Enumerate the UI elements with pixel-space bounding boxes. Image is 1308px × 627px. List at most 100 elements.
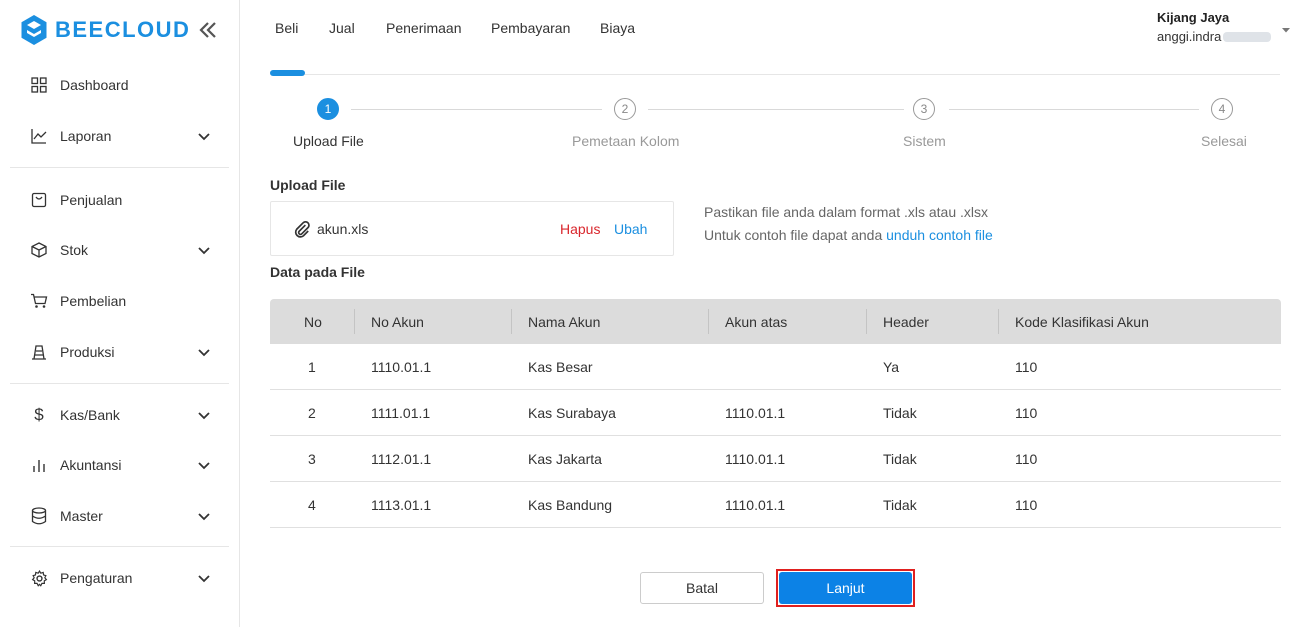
- step-connector: [648, 109, 904, 110]
- cell-parent-account: 1110.01.1: [725, 451, 786, 467]
- sidebar-item-label: Akuntansi: [60, 457, 122, 473]
- cell-account-name: Kas Besar: [528, 359, 593, 375]
- factory-icon: [30, 343, 48, 361]
- sidebar-item-label: Stok: [60, 242, 89, 258]
- step-4: 4: [1211, 98, 1233, 120]
- table-header: No No Akun Nama Akun Akun atas Header Ko…: [270, 299, 1281, 344]
- chart-line-icon: [30, 127, 48, 145]
- database-icon: [30, 507, 48, 525]
- menu-divider: [10, 167, 229, 168]
- sidebar-item-label: Laporan: [60, 128, 112, 144]
- column-header: Akun atas: [725, 314, 788, 330]
- dashboard-grid-icon: [30, 76, 48, 94]
- cell-header: Tidak: [883, 497, 917, 513]
- company-name: Kijang Jaya: [1157, 10, 1230, 25]
- column-separator: [998, 309, 999, 334]
- nav-jual[interactable]: Jual: [329, 20, 355, 36]
- sidebar-item-pembelian[interactable]: Pembelian: [0, 281, 239, 321]
- uploaded-file-box: akun.xls Hapus Ubah: [270, 201, 674, 256]
- top-navigation: Beli Jual Penerimaan Pembayaran Biaya Ki…: [240, 0, 1308, 58]
- sidebar-item-label: Pembelian: [60, 293, 127, 309]
- nav-biaya[interactable]: Biaya: [600, 20, 635, 36]
- chevron-down-icon: [198, 349, 210, 357]
- column-header: Header: [883, 314, 929, 330]
- user-email: anggi.indra: [1157, 29, 1222, 44]
- cell-account-no: 1112.01.1: [371, 451, 432, 467]
- download-sample-link[interactable]: unduh contoh file: [886, 227, 993, 243]
- column-separator: [354, 309, 355, 334]
- step-1: 1: [317, 98, 339, 120]
- sidebar-item-laporan[interactable]: Laporan: [0, 116, 239, 156]
- bee-hexagon-logo-icon: [21, 15, 47, 45]
- column-header: No: [304, 314, 322, 330]
- next-button[interactable]: Lanjut: [779, 572, 912, 604]
- cell-account-no: 1113.01.1: [371, 497, 432, 513]
- remove-file-link[interactable]: Hapus: [560, 221, 600, 237]
- column-header: Kode Klasifikasi Akun: [1015, 314, 1149, 330]
- paperclip-icon: [294, 220, 310, 238]
- cell-account-name: Kas Surabaya: [528, 405, 616, 421]
- sidebar-item-penjualan[interactable]: Penjualan: [0, 180, 239, 220]
- sidebar-item-pengaturan[interactable]: Pengaturan: [0, 558, 239, 598]
- caret-down-icon[interactable]: [1280, 24, 1292, 36]
- sidebar-item-master[interactable]: Master: [0, 496, 239, 536]
- step-2: 2: [614, 98, 636, 120]
- nav-penerimaan[interactable]: Penerimaan: [386, 20, 462, 36]
- brand-logo[interactable]: BEECLOUD: [20, 14, 190, 46]
- sidebar: BEECLOUD Dashboard Laporan Penjualan Sto…: [0, 0, 240, 627]
- upload-section-title: Upload File: [270, 177, 346, 193]
- step-label-system: Sistem: [903, 133, 946, 149]
- collapse-sidebar-icon[interactable]: [196, 18, 220, 42]
- step-connector: [949, 109, 1199, 110]
- cell-classification: 110: [1015, 359, 1038, 375]
- dollar-icon: $: [34, 405, 44, 424]
- active-tab-indicator: [270, 70, 305, 76]
- cell-account-name: Kas Bandung: [528, 497, 613, 513]
- sidebar-item-label: Penjualan: [60, 192, 123, 208]
- main-content: 1 2 3 4 Upload File Pemetaan Kolom Siste…: [240, 58, 1308, 627]
- data-table: No No Akun Nama Akun Akun atas Header Ko…: [270, 299, 1281, 528]
- sidebar-item-stok[interactable]: Stok: [0, 230, 239, 270]
- user-menu[interactable]: Kijang Jaya anggi.indra: [1157, 10, 1297, 44]
- sidebar-item-label: Dashboard: [60, 77, 129, 93]
- chevron-down-icon: [198, 412, 210, 420]
- sidebar-item-produksi[interactable]: Produksi: [0, 332, 239, 372]
- cell-classification: 110: [1015, 451, 1038, 467]
- menu-divider: [10, 383, 229, 384]
- data-section-title: Data pada File: [270, 264, 365, 280]
- sidebar-item-label: Master: [60, 508, 103, 524]
- step-connector: [351, 109, 602, 110]
- step-number: 2: [614, 98, 636, 120]
- column-separator: [708, 309, 709, 334]
- cell-parent-account: 1110.01.1: [725, 497, 786, 513]
- step-number: 3: [913, 98, 935, 120]
- brand-name: BEECLOUD: [55, 17, 191, 42]
- sidebar-item-kas-bank[interactable]: $ Kas/Bank: [0, 395, 239, 435]
- cell-classification: 110: [1015, 497, 1038, 513]
- step-label-mapping: Pemetaan Kolom: [572, 133, 680, 149]
- nav-beli[interactable]: Beli: [275, 20, 298, 36]
- chevron-down-icon: [198, 513, 210, 521]
- column-header: No Akun: [371, 314, 424, 330]
- sidebar-item-akuntansi[interactable]: Akuntansi: [0, 445, 239, 485]
- table-row: 1 1110.01.1 Kas Besar Ya 110: [270, 344, 1281, 390]
- chevron-down-icon: [198, 575, 210, 583]
- cell-no: 4: [308, 497, 316, 513]
- nav-pembayaran[interactable]: Pembayaran: [491, 20, 570, 36]
- sidebar-item-dashboard[interactable]: Dashboard: [0, 65, 239, 105]
- cell-no: 3: [308, 451, 316, 467]
- cell-header: Tidak: [883, 405, 917, 421]
- table-row: 4 1113.01.1 Kas Bandung 1110.01.1 Tidak …: [270, 482, 1281, 528]
- cancel-button[interactable]: Batal: [640, 572, 764, 604]
- sample-hint: Untuk contoh file dapat anda unduh conto…: [704, 227, 993, 243]
- step-3: 3: [913, 98, 935, 120]
- chevron-down-icon: [198, 462, 210, 470]
- bar-chart-icon: [30, 456, 48, 474]
- cell-no: 1: [308, 359, 316, 375]
- redacted-email-blur: [1223, 31, 1272, 42]
- column-separator: [866, 309, 867, 334]
- menu-divider: [10, 546, 229, 547]
- table-row: 3 1112.01.1 Kas Jakarta 1110.01.1 Tidak …: [270, 436, 1281, 482]
- cell-account-no: 1110.01.1: [371, 359, 432, 375]
- change-file-link[interactable]: Ubah: [614, 221, 647, 237]
